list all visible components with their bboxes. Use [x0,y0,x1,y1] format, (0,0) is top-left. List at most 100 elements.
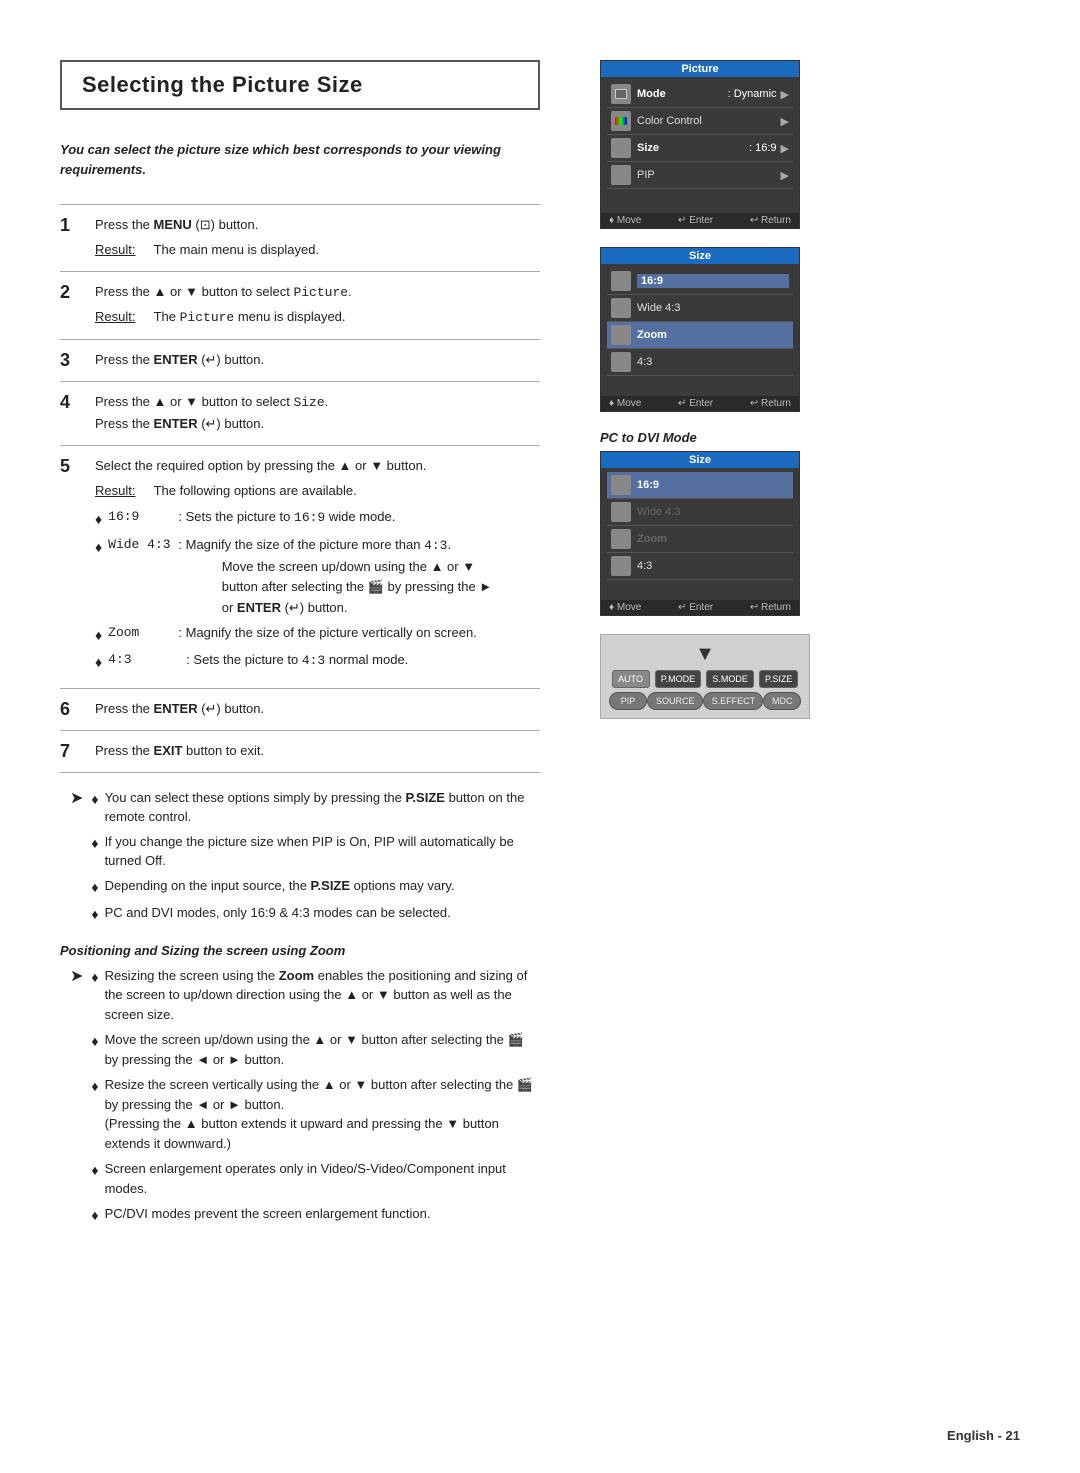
step-number: 7 [60,730,90,772]
list-item: ♦ 16:9 : Sets the picture to 16:9 wide m… [95,507,540,530]
remote-btn-psize: P.SIZE [759,670,798,688]
positioning-rows: ➤ ♦ Resizing the screen using the Zoom e… [60,966,540,1227]
footer-return: ↩ Return [750,398,791,409]
bullet-icon: ♦ [91,1205,98,1226]
option-desc: : Sets the picture to 16:9 wide mode. [178,507,395,529]
option-label: Zoom [108,623,178,644]
remote-btn-pip: PIP [609,692,647,710]
step-number: 1 [60,205,90,272]
arrow-icon: ➤ [70,787,83,811]
remote-btn-source: SOURCE [647,692,703,710]
positioning-section: Positioning and Sizing the screen using … [60,943,540,1227]
right-column: Picture Mode : Dynamic ▶ Color Control [580,40,1020,1433]
ui-title-size: Size [601,248,799,264]
ui-footer-size1: ♦ Move ↵ Enter ↩ Return [601,396,799,411]
footer-enter: ↵ Enter [678,398,713,409]
pos-row: ➤ ♦ Resizing the screen using the Zoom e… [70,966,540,1227]
option-desc: : Magnify the size of the picture more t… [178,535,492,619]
ui-title-size2: Size [601,452,799,468]
size-menu-ui-2: Size 16:9 Wide 4:3 Zoom 4:3 [600,451,800,616]
bullet-icon: ♦ [91,967,98,988]
table-row: 2 Press the ▲ or ▼ button to select Pict… [60,271,540,340]
step-instruction: Select the required option by pressing t… [95,458,426,473]
footer-move: ♦ Move [609,398,641,409]
step-instruction: Press the MENU (⊡) button. [95,217,258,232]
ui-body-size2: 16:9 Wide 4:3 Zoom 4:3 [601,468,799,600]
page-footer: English - 21 [947,1428,1020,1443]
step-instruction: Press the ENTER (↵) button. [95,701,264,716]
note-text: If you change the picture size when PIP … [105,832,540,871]
pos-note: PC/DVI modes prevent the screen enlargem… [105,1204,431,1224]
footer-move: ♦ Move [609,602,641,613]
note-row: ➤ ♦ You can select these options simply … [70,788,540,925]
footer-return: ↩ Return [750,215,791,226]
remote-btn-pmode: P.MODE [655,670,701,688]
positioning-title: Positioning and Sizing the screen using … [60,943,540,958]
table-row: 3 Press the ENTER (↵) button. [60,340,540,382]
bullet-icon: ♦ [95,508,102,530]
picture-menu-ui: Picture Mode : Dynamic ▶ Color Control [600,60,800,229]
sub-bullets: ♦ 16:9 : Sets the picture to 16:9 wide m… [95,507,540,673]
bullet-icon: ♦ [91,904,98,925]
note-text: Depending on the input source, the P.SIZ… [105,876,455,896]
remote-buttons-row2: PIP SOURCE S.EFFECT MDC [609,692,801,710]
remote-btn-mdc: MDC [763,692,801,710]
result-text: The following options are available. [150,481,357,502]
note-text: You can select these options simply by p… [105,788,540,827]
footer-enter: ↵ Enter [678,602,713,613]
pos-note: Screen enlargement operates only in Vide… [105,1159,540,1198]
step-number: 2 [60,271,90,340]
title-box: Selecting the Picture Size [60,60,540,110]
remote-btn-auto: AUTO [612,670,650,688]
ui-body-picture: Mode : Dynamic ▶ Color Control ▶ Size : … [601,77,799,213]
bullet-icon: ♦ [91,789,98,810]
pos-note: Move the screen up/down using the ▲ or ▼… [105,1030,540,1069]
table-row: 7 Press the EXIT button to exit. [60,730,540,772]
footer-enter: ↵ Enter [678,215,713,226]
result-label: Result: [95,240,150,261]
option-label: Wide 4:3 [108,535,178,556]
ui-footer-picture: ♦ Move ↵ Enter ↩ Return [601,213,799,228]
ui-footer-size2: ♦ Move ↵ Enter ↩ Return [601,600,799,615]
notes-section: ➤ ♦ You can select these options simply … [60,788,540,925]
page-title: Selecting the Picture Size [82,72,518,98]
result-label: Result: [95,307,150,329]
step-instruction: Press the ▲ or ▼ button to select Size. … [95,394,328,431]
footer-return: ↩ Return [750,602,791,613]
option-label: 16:9 [108,507,178,528]
steps-table: 1 Press the MENU (⊡) button. Result: The… [60,204,540,773]
list-item: ♦ Zoom : Magnify the size of the picture… [95,623,540,646]
result-text: The main menu is displayed. [150,240,319,261]
bullet-icon: ♦ [95,651,102,673]
bullet-icon: ♦ [91,1160,98,1181]
intro-text: You can select the picture size which be… [60,140,540,179]
step-number: 4 [60,382,90,446]
footer-move: ♦ Move [609,215,641,226]
bullet-icon: ♦ [91,877,98,898]
step-instruction: Press the ENTER (↵) button. [95,352,264,367]
pc-dvi-label: PC to DVI Mode [600,430,980,445]
table-row: 5 Select the required option by pressing… [60,445,540,688]
remote-control: ▼ AUTO P.MODE S.MODE P.SIZE PIP SOURCE S… [600,634,810,719]
option-label: 4:3 [108,650,186,671]
table-row: 4 Press the ▲ or ▼ button to select Size… [60,382,540,446]
step-number: 3 [60,340,90,382]
bullet-icon: ♦ [91,1076,98,1097]
remote-buttons-row1: AUTO P.MODE S.MODE P.SIZE [609,670,801,688]
result-text: The Picture menu is displayed. [150,307,346,329]
bullet-icon: ♦ [95,536,102,558]
option-desc: : Magnify the size of the picture vertic… [178,623,476,644]
step-number: 5 [60,445,90,688]
bullet-icon: ♦ [91,833,98,854]
arrow-icon: ➤ [70,965,83,989]
pos-note: Resizing the screen using the Zoom enabl… [105,966,540,1025]
ui-title-picture: Picture [601,61,799,77]
table-row: 6 Press the ENTER (↵) button. [60,688,540,730]
step-number: 6 [60,688,90,730]
pos-note: Resize the screen vertically using the ▲… [105,1075,540,1153]
step-instruction: Press the EXIT button to exit. [95,743,264,758]
result-label: Result: [95,481,150,502]
bullet-icon: ♦ [95,624,102,646]
list-item: ♦ Wide 4:3 : Magnify the size of the pic… [95,535,540,619]
table-row: 1 Press the MENU (⊡) button. Result: The… [60,205,540,272]
